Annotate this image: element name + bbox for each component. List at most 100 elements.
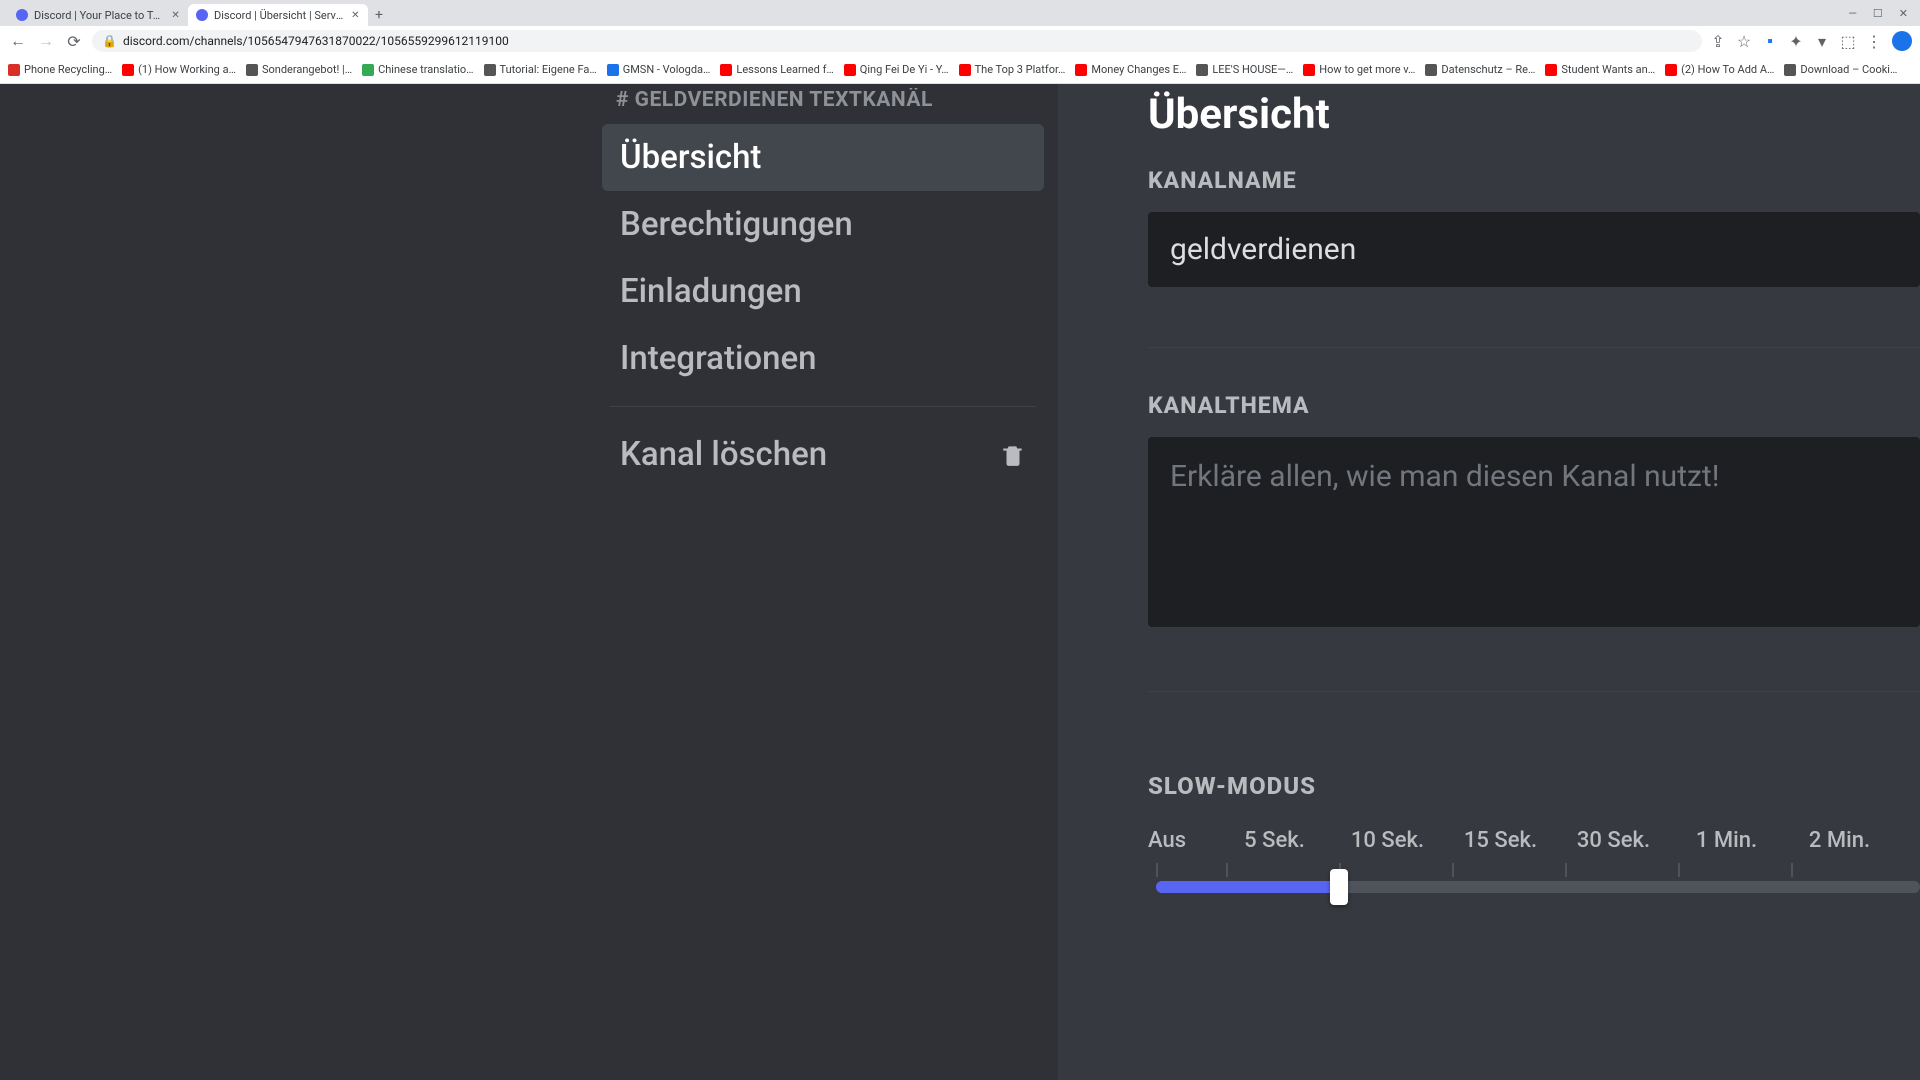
pocket-icon[interactable]: ▾ xyxy=(1814,33,1830,49)
address-bar[interactable]: 🔒 discord.com/channels/10565479476318700… xyxy=(92,30,1702,52)
bookmark-favicon xyxy=(1075,64,1087,76)
bookmark-item[interactable]: GMSN - Vologda… xyxy=(607,63,711,76)
close-window-icon[interactable]: ✕ xyxy=(1899,7,1908,20)
bookmark-favicon xyxy=(959,64,971,76)
bookmark-favicon xyxy=(1784,64,1796,76)
bookmark-favicon xyxy=(246,64,258,76)
bookmark-item[interactable]: Qing Fei De Yi - Y… xyxy=(844,63,949,76)
share-icon[interactable]: ⇪ xyxy=(1710,33,1726,49)
slider-tick-label: 5 Sek. xyxy=(1218,828,1331,853)
sidebar-item-permissions[interactable]: Berechtigungen xyxy=(602,191,1044,258)
sidebar-divider xyxy=(610,406,1036,407)
channel-topic-label: KANALTHEMA xyxy=(1148,392,1920,419)
facebook-icon[interactable]: ▪ xyxy=(1762,33,1778,49)
discord-settings-page: ⌖ # GELDVERDIENEN TEXTKANÄL Übersicht Be… xyxy=(0,84,1920,1080)
slider-tick xyxy=(1791,863,1904,877)
bookmark-favicon xyxy=(1545,64,1557,76)
bookmark-item[interactable]: Sonderangebot! |… xyxy=(246,63,352,76)
page-title: Übersicht xyxy=(1148,90,1920,139)
lock-icon: 🔒 xyxy=(102,34,117,48)
bookmark-favicon xyxy=(484,64,496,76)
bookmark-item[interactable]: Phone Recycling… xyxy=(8,63,112,76)
settings-content: Übersicht KANALNAME KANALTHEMA SLOW-MODU… xyxy=(1058,84,1920,1080)
bookmark-favicon xyxy=(8,64,20,76)
browser-tab-0[interactable]: Discord | Your Place to Talk an ✕ xyxy=(8,4,188,26)
bookmark-item[interactable]: Lessons Learned f… xyxy=(720,63,833,76)
bookmark-favicon xyxy=(1196,64,1208,76)
delete-channel-label: Kanal löschen xyxy=(620,435,827,474)
slider-tick xyxy=(1339,863,1452,877)
slowmode-label: SLOW-MODUS xyxy=(1148,772,1920,800)
sidebar-item-overview[interactable]: Übersicht xyxy=(602,124,1044,191)
slider-tick-label: 2 Min. xyxy=(1783,828,1896,853)
window-controls: — ☐ ✕ xyxy=(1848,0,1920,26)
bookmark-item[interactable]: LEE'S HOUSE—… xyxy=(1196,63,1293,76)
bookmark-item[interactable]: Datenschutz – Re… xyxy=(1425,63,1535,76)
minimize-icon[interactable]: — xyxy=(1848,7,1857,20)
sidebar-item-invites[interactable]: Einladungen xyxy=(602,258,1044,325)
slider-tick xyxy=(1156,863,1226,877)
tab-title: Discord | Your Place to Talk an xyxy=(34,9,165,22)
tab-title: Discord | Übersicht | Server v xyxy=(214,9,345,22)
bookmark-item[interactable]: The Top 3 Platfor… xyxy=(959,63,1066,76)
profile-avatar[interactable] xyxy=(1892,31,1912,51)
settings-sidebar: # GELDVERDIENEN TEXTKANÄL Übersicht Bere… xyxy=(588,84,1058,1080)
forward-button[interactable]: → xyxy=(36,31,56,51)
channel-topic-input[interactable] xyxy=(1148,437,1920,627)
bookmark-favicon xyxy=(1665,64,1677,76)
bookmark-item[interactable]: Chinese translatio… xyxy=(362,63,473,76)
bookmark-item[interactable]: Tutorial: Eigene Fa… xyxy=(484,63,597,76)
toolbar-icons: ⇪ ☆ ▪ ✦ ▾ ⬚ ⋮ xyxy=(1710,31,1912,51)
bookmark-label: How to get more v… xyxy=(1319,63,1415,76)
bookmark-item[interactable]: Student Wants an… xyxy=(1545,63,1655,76)
slider-tick-label: 30 Sek. xyxy=(1557,828,1670,853)
channel-name-input[interactable] xyxy=(1148,212,1920,287)
sidebar-item-delete-channel[interactable]: Kanal löschen xyxy=(602,421,1044,488)
bookmark-favicon xyxy=(1425,64,1437,76)
bookmark-item[interactable]: (1) How Working a… xyxy=(122,63,236,76)
menu-icon[interactable]: ⋮ xyxy=(1866,33,1882,49)
bookmark-label: Student Wants an… xyxy=(1561,63,1655,76)
bookmark-label: Datenschutz – Re… xyxy=(1441,63,1535,76)
new-tab-button[interactable]: + xyxy=(368,4,390,26)
bookmark-item[interactable]: (2) How To Add A… xyxy=(1665,63,1774,76)
bookmark-label: Qing Fei De Yi - Y… xyxy=(860,63,949,76)
back-button[interactable]: ← xyxy=(8,31,28,51)
bookmark-label: GMSN - Vologda… xyxy=(623,63,711,76)
left-gutter: ⌖ xyxy=(0,84,588,1080)
slider-tick-marks xyxy=(1156,863,1920,877)
browser-chrome: Discord | Your Place to Talk an ✕ Discor… xyxy=(0,0,1920,84)
bookmark-label: Download – Cooki… xyxy=(1800,63,1897,76)
slider-tick-label: Aus xyxy=(1148,828,1218,853)
bookmark-favicon xyxy=(122,64,134,76)
browser-tab-1[interactable]: Discord | Übersicht | Server v ✕ xyxy=(188,4,368,26)
bookmark-item[interactable]: Money Changes E… xyxy=(1075,63,1186,76)
extension-icon[interactable]: ⬚ xyxy=(1840,33,1856,49)
bookmark-item[interactable]: How to get more v… xyxy=(1303,63,1415,76)
bookmark-label: (2) How To Add A… xyxy=(1681,63,1774,76)
bookmark-label: (1) How Working a… xyxy=(138,63,236,76)
close-icon[interactable]: ✕ xyxy=(171,10,180,20)
sidebar-item-label: Einladungen xyxy=(620,272,802,311)
slider-thumb[interactable] xyxy=(1330,869,1348,905)
bookmark-item[interactable]: Download – Cooki… xyxy=(1784,63,1897,76)
star-icon[interactable]: ☆ xyxy=(1736,33,1752,49)
extension-puzzle-icon[interactable]: ✦ xyxy=(1788,33,1804,49)
bookmark-label: Chinese translatio… xyxy=(378,63,473,76)
cursor-icon: ⌖ xyxy=(582,70,588,84)
slider-tick xyxy=(1226,863,1339,877)
section-divider xyxy=(1148,347,1920,348)
slowmode-tick-labels: Aus5 Sek.10 Sek.15 Sek.30 Sek.1 Min.2 Mi… xyxy=(1148,828,1920,853)
channel-name-label: KANALNAME xyxy=(1148,167,1920,194)
bookmark-favicon xyxy=(844,64,856,76)
bookmark-label: Lessons Learned f… xyxy=(736,63,833,76)
bookmark-favicon xyxy=(362,64,374,76)
sidebar-item-label: Integrationen xyxy=(620,339,817,378)
sidebar-item-integrations[interactable]: Integrationen xyxy=(602,325,1044,392)
close-icon[interactable]: ✕ xyxy=(351,10,360,20)
slider-tick xyxy=(1452,863,1565,877)
slider-tick-label: 15 Sek. xyxy=(1444,828,1557,853)
reload-button[interactable]: ⟳ xyxy=(64,31,84,51)
slowmode-slider[interactable] xyxy=(1148,863,1920,895)
maximize-icon[interactable]: ☐ xyxy=(1873,7,1883,20)
